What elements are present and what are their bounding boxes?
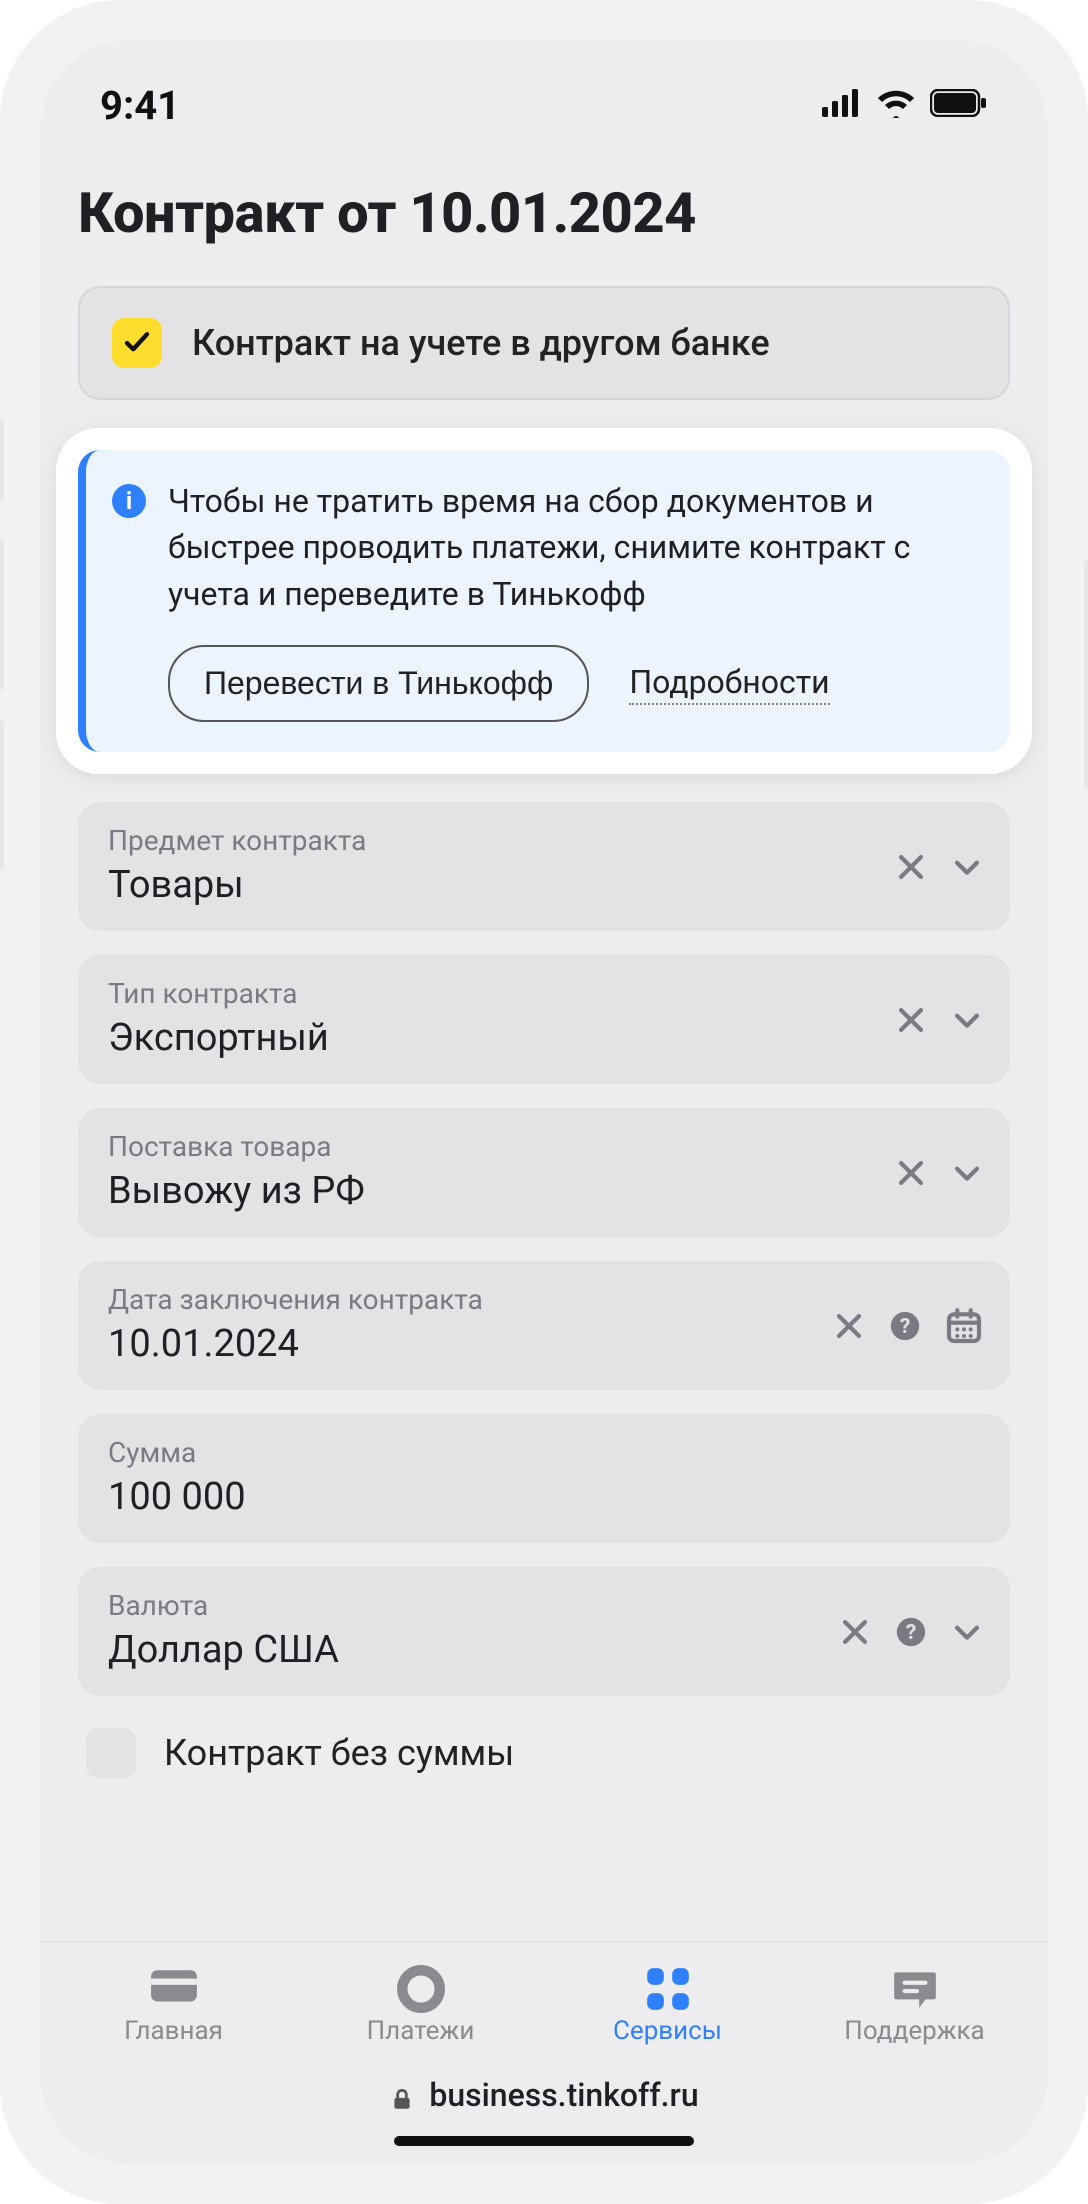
wifi-icon xyxy=(876,88,916,122)
calendar-icon[interactable] xyxy=(944,1306,984,1346)
field-sum[interactable]: Сумма 100 000 xyxy=(78,1414,1010,1543)
svg-text:?: ? xyxy=(906,1620,917,1645)
clear-icon[interactable] xyxy=(894,1003,928,1037)
checkbox-other-bank[interactable]: Контракт на учете в другом банке xyxy=(78,286,1010,400)
clear-icon[interactable] xyxy=(894,850,928,884)
field-subject-label: Предмет контракта xyxy=(108,824,980,857)
field-sum-value: 100 000 xyxy=(108,1475,980,1519)
field-delivery-label: Поставка товара xyxy=(108,1130,980,1163)
transfer-button[interactable]: Перевести в Тинькофф xyxy=(168,645,589,722)
checkbox-icon xyxy=(112,318,162,368)
field-subject-value: Товары xyxy=(108,863,980,907)
field-type-value: Экспортный xyxy=(108,1016,980,1060)
lock-icon xyxy=(389,2082,415,2108)
status-bar: 9:41 xyxy=(40,40,1048,150)
clear-icon[interactable] xyxy=(832,1309,866,1343)
nav-services[interactable]: Сервисы xyxy=(578,1964,758,2046)
nav-services-label: Сервисы xyxy=(613,2016,722,2046)
checkbox-other-bank-label: Контракт на учете в другом банке xyxy=(192,322,770,364)
nav-support[interactable]: Поддержка xyxy=(825,1964,1005,2046)
chevron-down-icon[interactable] xyxy=(950,1615,984,1649)
info-banner: i Чтобы не тратить время на сбор докумен… xyxy=(78,450,1010,752)
status-icons xyxy=(822,88,988,122)
info-icon: i xyxy=(112,484,146,518)
clear-icon[interactable] xyxy=(838,1615,872,1649)
help-icon[interactable]: ? xyxy=(894,1615,928,1649)
battery-icon xyxy=(930,89,988,121)
chevron-down-icon[interactable] xyxy=(950,1003,984,1037)
checkbox-no-sum[interactable]: Контракт без суммы xyxy=(78,1728,1010,1778)
clear-icon[interactable] xyxy=(894,1156,928,1190)
svg-text:?: ? xyxy=(900,1314,911,1339)
field-delivery-value: Вывожу из РФ xyxy=(108,1169,980,1213)
card-icon xyxy=(149,1964,199,2008)
chevron-down-icon[interactable] xyxy=(950,850,984,884)
cellular-icon xyxy=(822,89,862,121)
nav-payments-label: Платежи xyxy=(367,2016,475,2046)
info-banner-text: Чтобы не тратить время на сбор документо… xyxy=(168,478,978,617)
details-link[interactable]: Подробности xyxy=(629,663,829,705)
field-type[interactable]: Тип контракта Экспортный xyxy=(78,955,1010,1084)
nav-support-label: Поддержка xyxy=(844,2016,984,2046)
help-icon[interactable]: ? xyxy=(888,1309,922,1343)
services-icon xyxy=(643,1964,693,2008)
field-subject[interactable]: Предмет контракта Товары xyxy=(78,802,1010,931)
field-sum-label: Сумма xyxy=(108,1436,980,1469)
nav-payments[interactable]: Платежи xyxy=(331,1964,511,2046)
chat-icon xyxy=(890,1964,940,2008)
checkbox-empty-icon xyxy=(86,1728,136,1778)
nav-home-label: Главная xyxy=(124,2016,223,2046)
field-delivery[interactable]: Поставка товара Вывожу из РФ xyxy=(78,1108,1010,1237)
home-indicator[interactable] xyxy=(394,2136,694,2146)
info-banner-wrap: i Чтобы не тратить время на сбор докумен… xyxy=(56,428,1032,774)
nav-home[interactable]: Главная xyxy=(84,1964,264,2046)
checkbox-no-sum-label: Контракт без суммы xyxy=(164,1732,514,1774)
field-currency[interactable]: Валюта Доллар США ? xyxy=(78,1567,1010,1696)
circle-icon xyxy=(396,1964,446,2008)
bottom-nav: Главная Платежи Сервисы Поддержка xyxy=(40,1941,1048,2056)
page-title: Контракт от 10.01.2024 xyxy=(78,180,1010,246)
status-time: 9:41 xyxy=(100,82,180,129)
field-date[interactable]: Дата заключения контракта 10.01.2024 ? xyxy=(78,1261,1010,1390)
chevron-down-icon[interactable] xyxy=(950,1156,984,1190)
url-bar[interactable]: business.tinkoff.ru xyxy=(40,2056,1048,2128)
url-text: business.tinkoff.ru xyxy=(429,2076,698,2114)
field-type-label: Тип контракта xyxy=(108,977,980,1010)
